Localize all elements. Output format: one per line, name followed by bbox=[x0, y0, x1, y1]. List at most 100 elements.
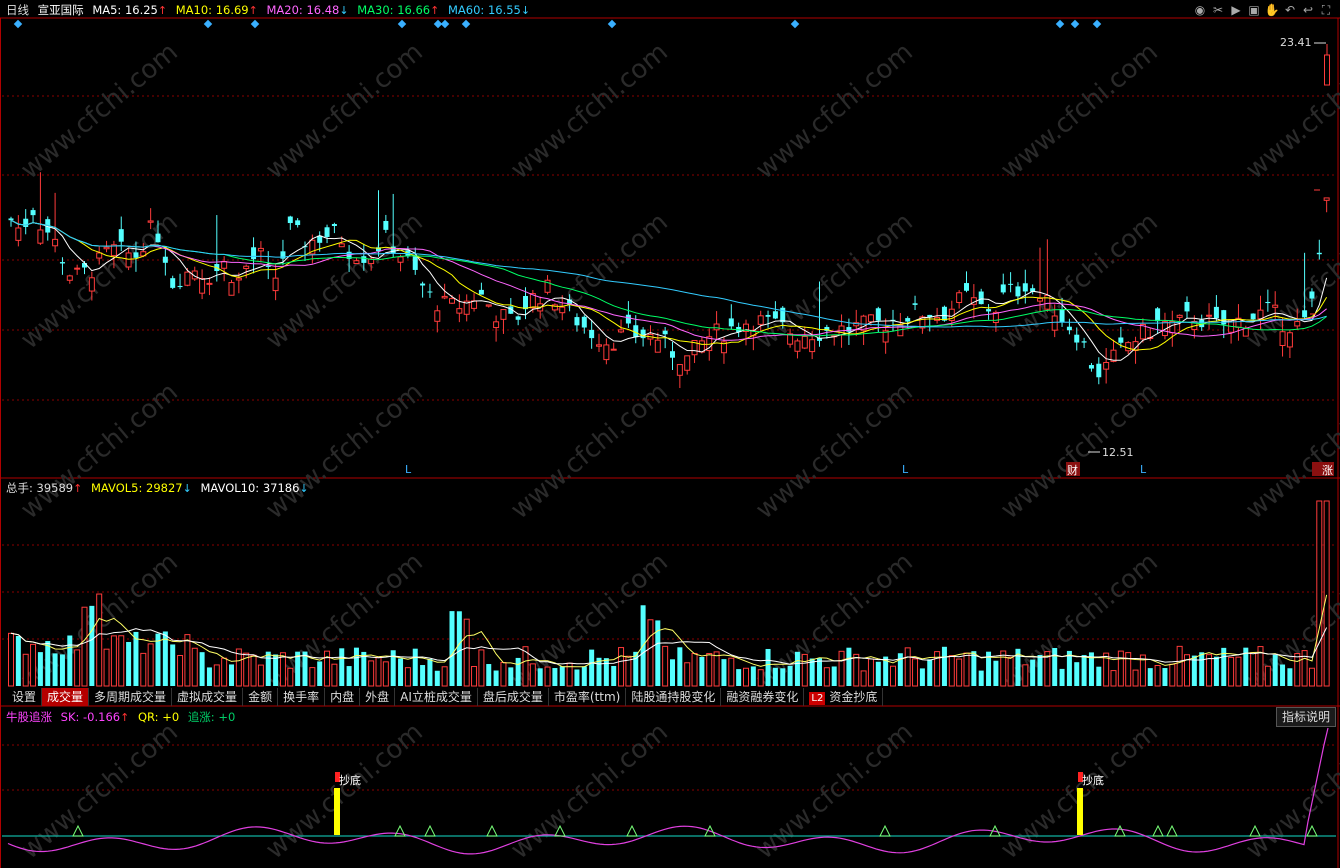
tab-10[interactable]: 市盈率(ttm) bbox=[549, 688, 627, 706]
signal-diamond bbox=[440, 19, 450, 29]
volume-bar bbox=[456, 611, 462, 686]
volume-bar bbox=[904, 647, 911, 687]
candle-body bbox=[493, 321, 500, 329]
volume-bar bbox=[1235, 656, 1242, 687]
rally-candle bbox=[1324, 54, 1330, 86]
volume-bar bbox=[721, 659, 727, 686]
tab-label: 盘后成交量 bbox=[482, 690, 543, 704]
candle-body bbox=[875, 308, 881, 321]
candle-body bbox=[397, 256, 404, 263]
candle-body bbox=[30, 210, 36, 216]
candle-body bbox=[1088, 365, 1094, 369]
candle-body bbox=[772, 311, 778, 319]
chart-toolbar: ◉ ✂ ▶ ▣ ✋ ↶ ↩ ⛶ bbox=[1192, 3, 1334, 17]
tab-0[interactable]: 设置 bbox=[7, 688, 43, 706]
candle-body bbox=[1279, 331, 1286, 346]
candle-body bbox=[523, 296, 528, 310]
tab-2[interactable]: 多周期成交量 bbox=[89, 688, 173, 706]
volume-bar bbox=[206, 667, 212, 686]
play-icon[interactable]: ▶ bbox=[1228, 3, 1244, 17]
volume-bar bbox=[670, 659, 675, 686]
watermark-text: www.cfchi.com bbox=[995, 377, 1164, 525]
mavol10-label: MAVOL10: 37186↓ bbox=[200, 481, 309, 495]
volume-bar bbox=[287, 667, 294, 687]
volume-bar bbox=[375, 657, 382, 687]
candle-body bbox=[633, 325, 639, 338]
volume-bar bbox=[993, 660, 999, 686]
volume-bar bbox=[971, 651, 977, 686]
expand-icon[interactable]: ⛶ bbox=[1318, 3, 1334, 17]
eye-icon[interactable]: ◉ bbox=[1192, 3, 1208, 17]
candle-body bbox=[456, 308, 463, 314]
candle-body bbox=[15, 227, 22, 241]
tab-label: 金额 bbox=[248, 690, 273, 704]
candle-body bbox=[964, 283, 969, 291]
indicator-name[interactable]: 牛股追涨 bbox=[6, 710, 52, 724]
kline-chart[interactable]: www.cfchi.com www.cfchi.com www.cfchi.com w… bbox=[0, 0, 1340, 868]
volume-bar bbox=[1294, 653, 1301, 687]
tab-9[interactable]: 盘后成交量 bbox=[478, 688, 549, 706]
tab-11[interactable]: 陆股通持股变化 bbox=[626, 688, 722, 706]
volume-bar bbox=[1228, 656, 1235, 687]
candle-body bbox=[596, 344, 602, 347]
candle-body bbox=[257, 247, 264, 252]
volume-bar bbox=[486, 664, 492, 686]
tab-label: 换手率 bbox=[283, 690, 320, 704]
candle-body bbox=[1155, 308, 1161, 322]
candle-body bbox=[1302, 310, 1308, 318]
hand-icon[interactable]: ✋ bbox=[1264, 3, 1280, 17]
volume-bar bbox=[177, 655, 184, 687]
volume-bar bbox=[441, 666, 448, 687]
tab-5[interactable]: 换手率 bbox=[278, 688, 326, 706]
candle-body bbox=[199, 278, 206, 294]
candle-body bbox=[1184, 301, 1190, 312]
scissors-icon[interactable]: ✂ bbox=[1210, 3, 1226, 17]
volume-bar bbox=[1059, 668, 1065, 686]
signal-diamond bbox=[250, 19, 260, 29]
volume-bar bbox=[963, 652, 970, 687]
indicator-tabs: 设置 成交量 多周期成交量 虚拟成交量 金额 换手率 内盘 外盘 AI立桩成交量 盘后成交量 市盈率… bbox=[7, 688, 884, 706]
tab-1[interactable]: 成交量 bbox=[42, 688, 90, 706]
volume-bar bbox=[853, 653, 860, 687]
tab-12[interactable]: 融资融券变化 bbox=[721, 688, 805, 706]
volume-bar bbox=[817, 658, 822, 686]
candle-body bbox=[177, 285, 183, 288]
zhangting-marker: 涨 bbox=[1322, 464, 1333, 477]
tab-3[interactable]: 虚拟成交量 bbox=[172, 688, 244, 706]
volume-bar bbox=[529, 663, 536, 687]
tab-6[interactable]: 内盘 bbox=[325, 688, 361, 706]
candle-body bbox=[1125, 342, 1132, 352]
candle-body bbox=[1323, 197, 1330, 201]
tab-4[interactable]: 金额 bbox=[243, 688, 279, 706]
zhuizhang-triangle bbox=[879, 824, 891, 837]
candle-body bbox=[420, 283, 426, 286]
lock-icon[interactable]: ▣ bbox=[1246, 3, 1262, 17]
signal-diamond bbox=[461, 19, 471, 29]
period-label[interactable]: 日线 bbox=[6, 3, 29, 17]
candle-body bbox=[581, 316, 587, 328]
volume-bar bbox=[398, 658, 404, 686]
watermark-text: www.cfchi.com bbox=[15, 717, 184, 865]
volume-bar bbox=[1323, 500, 1330, 687]
candle-body bbox=[1294, 321, 1301, 327]
tab-7[interactable]: 外盘 bbox=[360, 688, 396, 706]
volume-bar bbox=[1052, 648, 1058, 686]
tab-13[interactable]: L2 资金抄底 bbox=[804, 688, 884, 706]
signal-diamond bbox=[1070, 19, 1080, 29]
volume-bar bbox=[611, 665, 617, 686]
volume-bar bbox=[765, 648, 771, 686]
back-icon[interactable]: ↩ bbox=[1300, 3, 1316, 17]
candle-body bbox=[684, 355, 691, 371]
volume-bar bbox=[420, 665, 426, 686]
candle-body bbox=[103, 246, 110, 250]
volume-bar bbox=[581, 666, 587, 686]
undo-icon[interactable]: ↶ bbox=[1282, 3, 1298, 17]
volume-bar bbox=[147, 643, 154, 687]
candle-body bbox=[676, 364, 683, 376]
tab-8[interactable]: AI立桩成交量 bbox=[395, 688, 478, 706]
zhuizhang-triangle bbox=[626, 824, 638, 837]
volume-bar bbox=[140, 652, 147, 687]
indicator-help-button[interactable]: 指标说明 bbox=[1275, 707, 1336, 727]
watermark-text: www.cfchi.com bbox=[505, 37, 674, 185]
volume-bar bbox=[1037, 655, 1043, 686]
